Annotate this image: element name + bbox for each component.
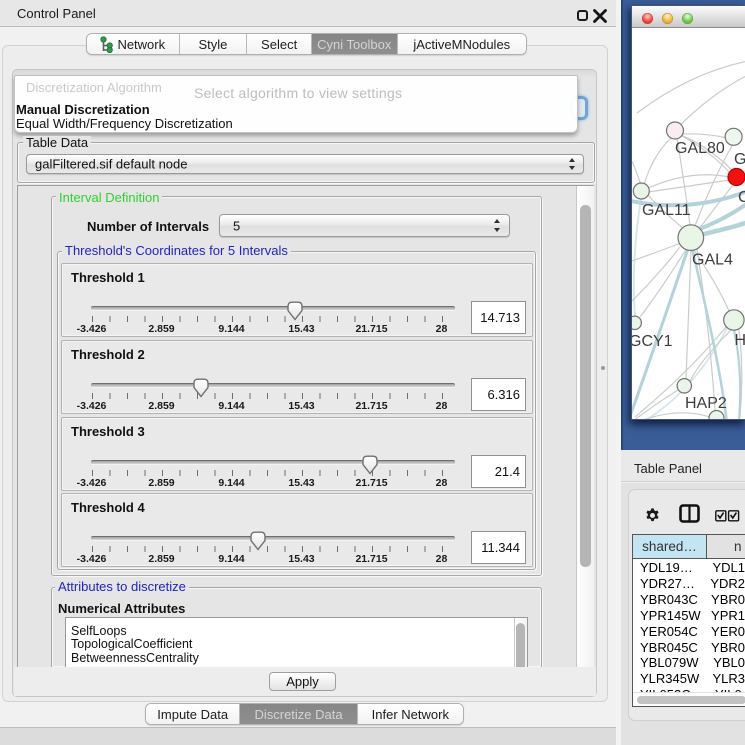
svg-text:GAL11: GAL11 bbox=[642, 202, 691, 219]
svg-text:H: H bbox=[735, 332, 745, 349]
svg-text:GA: GA bbox=[734, 151, 745, 168]
svg-text:GCY1: GCY1 bbox=[632, 333, 673, 350]
svg-text:GAL4: GAL4 bbox=[692, 252, 733, 269]
svg-text:C: C bbox=[738, 189, 745, 206]
svg-text:GAL80: GAL80 bbox=[675, 140, 725, 157]
svg-text:HAP2: HAP2 bbox=[685, 395, 727, 412]
